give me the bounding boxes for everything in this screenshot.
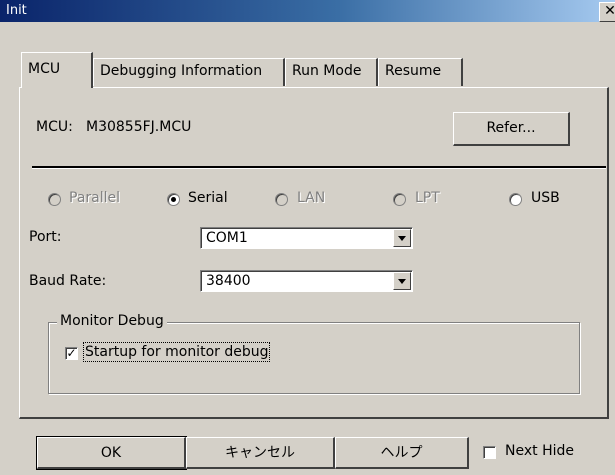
tab-mcu[interactable]: MCU bbox=[21, 52, 93, 88]
tab-resume-label: Resume bbox=[385, 63, 442, 79]
help-button[interactable]: ヘルプ bbox=[335, 437, 469, 469]
tab-run-mode-label: Run Mode bbox=[292, 63, 362, 79]
help-button-label: ヘルプ bbox=[380, 445, 423, 461]
radio-parallel-label: Parallel bbox=[69, 190, 121, 206]
check-icon: ✓ bbox=[66, 346, 77, 360]
tab-mcu-label: MCU bbox=[28, 61, 61, 77]
title-bar: Init ✕ bbox=[0, 0, 615, 22]
port-label: Port: bbox=[29, 229, 62, 245]
chevron-down-icon[interactable] bbox=[393, 272, 411, 290]
ok-button-label: OK bbox=[100, 445, 122, 461]
window-title: Init bbox=[6, 3, 27, 18]
tab-run-mode[interactable]: Run Mode bbox=[285, 58, 378, 86]
radio-usb-label: USB bbox=[531, 190, 560, 206]
baud-rate-value: 38400 bbox=[206, 273, 251, 289]
tab-debugging-information-label: Debugging Information bbox=[100, 63, 263, 79]
port-select[interactable]: COM1 bbox=[200, 227, 413, 249]
startup-monitor-debug-checkbox[interactable]: ✓ bbox=[65, 347, 78, 360]
radio-parallel[interactable] bbox=[48, 193, 61, 206]
radio-serial-label: Serial bbox=[188, 190, 228, 206]
mcu-label: MCU: bbox=[36, 119, 73, 135]
close-button[interactable]: ✕ bbox=[599, 2, 615, 22]
monitor-debug-legend: Monitor Debug bbox=[57, 313, 167, 329]
cancel-button-label: キャンセル bbox=[225, 445, 295, 461]
refer-button-label: Refer... bbox=[486, 120, 536, 136]
next-hide-label: Next Hide bbox=[505, 443, 574, 459]
close-icon: ✕ bbox=[604, 3, 615, 19]
ok-button[interactable]: OK bbox=[36, 436, 187, 470]
baud-rate-label: Baud Rate: bbox=[29, 273, 107, 289]
radio-usb[interactable] bbox=[509, 193, 522, 206]
radio-lpt[interactable] bbox=[393, 193, 406, 206]
baud-rate-select[interactable]: 38400 bbox=[200, 270, 413, 292]
refer-button[interactable]: Refer... bbox=[453, 112, 570, 146]
radio-serial[interactable] bbox=[167, 193, 180, 206]
radio-lan-label: LAN bbox=[297, 190, 326, 206]
tab-debugging-information[interactable]: Debugging Information bbox=[93, 58, 285, 86]
startup-monitor-debug-label[interactable]: Startup for monitor debug bbox=[82, 342, 271, 362]
mcu-value: M30855FJ.MCU bbox=[86, 119, 192, 135]
radio-lpt-label: LPT bbox=[415, 190, 440, 206]
chevron-down-icon[interactable] bbox=[393, 229, 411, 247]
separator-highlight bbox=[32, 168, 606, 169]
radio-selected-dot bbox=[171, 197, 176, 202]
next-hide-checkbox[interactable] bbox=[483, 446, 496, 459]
radio-lan[interactable] bbox=[275, 193, 288, 206]
tab-resume[interactable]: Resume bbox=[378, 58, 463, 86]
cancel-button[interactable]: キャンセル bbox=[186, 437, 335, 469]
port-value: COM1 bbox=[206, 230, 248, 246]
